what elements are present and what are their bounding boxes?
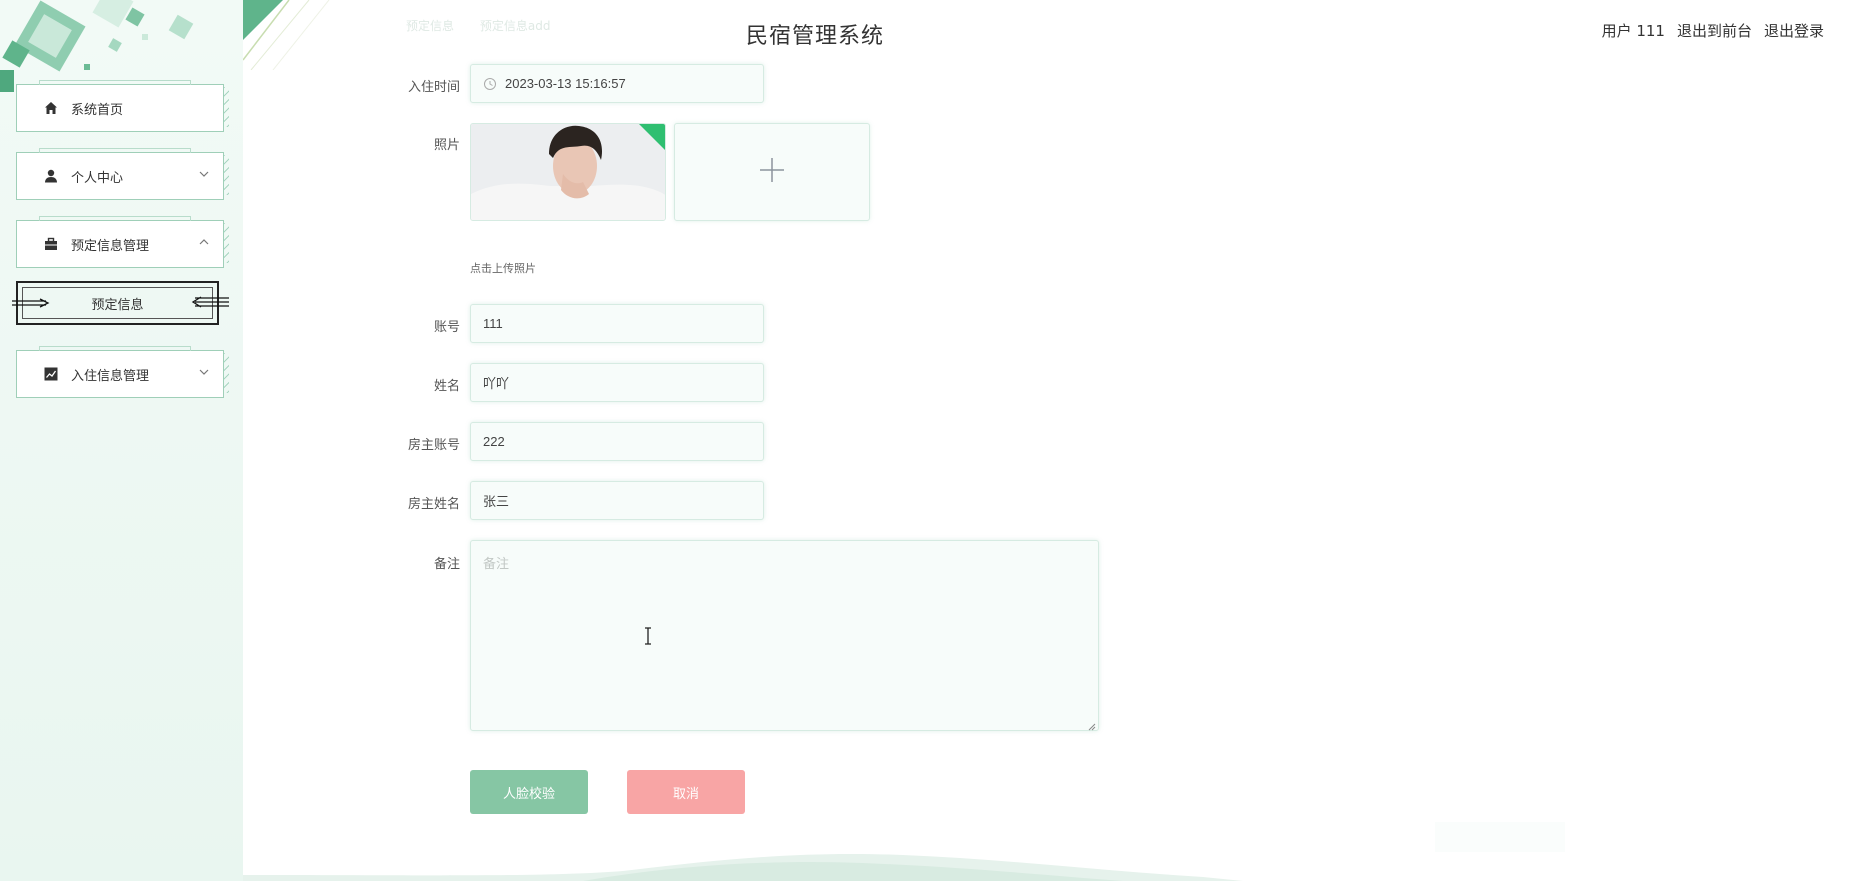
owner-name-label: 房主姓名 bbox=[407, 497, 460, 512]
sidebar-item-home[interactable]: 系统首页 bbox=[16, 80, 229, 132]
checkin-time-field[interactable]: 2023-03-13 15:16:57 bbox=[470, 64, 764, 103]
account-field[interactable]: 111 bbox=[470, 304, 764, 343]
owner-account-field[interactable]: 222 bbox=[470, 422, 764, 461]
chevron-up-icon bbox=[197, 235, 211, 249]
app-title: 民宿管理系统 bbox=[746, 24, 885, 49]
header-decoration bbox=[243, 0, 363, 70]
name-value: 吖吖 bbox=[483, 376, 510, 391]
name-label: 姓名 bbox=[433, 379, 460, 394]
checkin-time-value: 2023-03-13 15:16:57 bbox=[505, 76, 626, 91]
user-label: 用户 111 bbox=[1601, 22, 1665, 40]
name-field[interactable]: 吖吖 bbox=[470, 363, 764, 402]
back-to-front-link[interactable]: 退出到前台 bbox=[1677, 20, 1752, 41]
upload-success-badge bbox=[639, 124, 665, 150]
header-user-area: 用户 111 退出到前台 退出登录 bbox=[1602, 20, 1824, 41]
checkin-time-label: 入住时间 bbox=[407, 80, 460, 95]
face-check-button[interactable]: 人脸校验 bbox=[470, 770, 588, 814]
sidebar-subitem-booking-info[interactable]: 预定信息 bbox=[12, 281, 229, 325]
photo-label: 照片 bbox=[433, 138, 460, 153]
uploaded-photo[interactable] bbox=[470, 123, 666, 221]
sidebar-item-personal-center[interactable]: 个人中心 bbox=[16, 148, 229, 200]
owner-account-value: 222 bbox=[483, 434, 505, 449]
breadcrumb-item[interactable]: 预定信息add bbox=[480, 19, 551, 33]
portrait-image bbox=[471, 124, 665, 220]
bottom-wave-decoration bbox=[243, 853, 1243, 881]
sidebar-item-label: 系统首页 bbox=[71, 102, 124, 118]
account-value: 111 bbox=[483, 316, 503, 331]
plus-icon bbox=[758, 156, 786, 188]
remark-placeholder: 备注 bbox=[483, 557, 510, 572]
account-label: 账号 bbox=[433, 320, 460, 335]
owner-account-label: 房主账号 bbox=[407, 438, 460, 453]
briefcase-icon bbox=[43, 236, 59, 252]
sidebar-item-label: 个人中心 bbox=[71, 170, 124, 186]
chevron-down-icon bbox=[197, 167, 211, 181]
sidebar-item-label: 入住信息管理 bbox=[71, 368, 150, 384]
user-icon bbox=[43, 168, 59, 184]
owner-name-field[interactable]: 张三 bbox=[470, 481, 764, 520]
breadcrumb: 预定信息 预定信息add bbox=[406, 17, 572, 34]
clock-icon bbox=[483, 77, 497, 91]
cancel-button[interactable]: 取消 bbox=[627, 770, 745, 814]
sidebar-item-booking-management[interactable]: 预定信息管理 bbox=[16, 216, 229, 268]
breadcrumb-item[interactable]: 预定信息 bbox=[406, 19, 454, 33]
remark-textarea[interactable]: 备注 bbox=[470, 540, 1099, 731]
text-cursor-icon bbox=[643, 627, 653, 645]
remark-label: 备注 bbox=[433, 557, 460, 572]
owner-name-value: 张三 bbox=[483, 494, 510, 509]
arrow-right-icon bbox=[12, 293, 52, 313]
chart-icon bbox=[43, 366, 59, 382]
resize-grip-icon[interactable] bbox=[1088, 720, 1096, 731]
sidebar-item-checkin-management[interactable]: 入住信息管理 bbox=[16, 346, 229, 398]
home-icon bbox=[43, 100, 59, 116]
chevron-down-icon bbox=[197, 365, 211, 379]
arrow-left-icon bbox=[189, 293, 229, 313]
add-photo-button[interactable] bbox=[674, 123, 870, 221]
logout-link[interactable]: 退出登录 bbox=[1764, 20, 1824, 41]
sidebar-item-label: 预定信息管理 bbox=[71, 238, 150, 254]
sidebar: 系统首页 个人中心 预定信息管理 预定信息 入住信息管理 bbox=[0, 0, 243, 881]
upload-hint: 点击上传照片 bbox=[470, 262, 536, 275]
